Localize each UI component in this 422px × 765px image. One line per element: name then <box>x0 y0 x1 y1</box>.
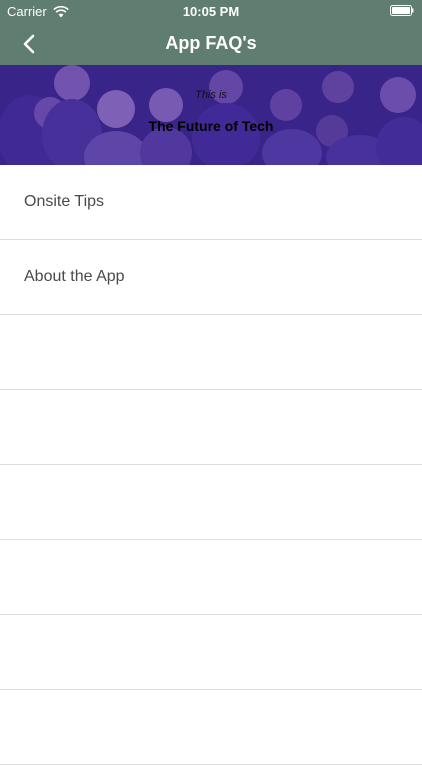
faq-list-item[interactable]: Onsite Tips <box>0 165 422 240</box>
faq-list-item[interactable] <box>0 465 422 540</box>
status-time: 10:05 PM <box>182 4 240 19</box>
header-banner: This is The Future of Tech <box>0 65 422 165</box>
banner-kicker: This is <box>195 89 227 101</box>
banner-headline: The Future of Tech <box>148 118 274 134</box>
faq-list-item[interactable] <box>0 390 422 465</box>
faq-list-item[interactable]: About the App <box>0 240 422 315</box>
faq-item-label: About the App <box>24 268 125 285</box>
faq-list-item[interactable] <box>0 540 422 615</box>
navigation-bar: App FAQ's <box>0 22 422 65</box>
faq-list-item[interactable] <box>0 615 422 690</box>
faq-list-item[interactable] <box>0 690 422 765</box>
faq-item-label: Onsite Tips <box>24 193 105 210</box>
faq-list: Onsite Tips About the App <box>0 165 422 765</box>
page-title: App FAQ's <box>165 33 257 53</box>
faq-list-item[interactable] <box>0 315 422 390</box>
battery-icon <box>390 5 414 16</box>
status-bar: Carrier 10:05 PM <box>0 0 422 22</box>
banner-overlay <box>0 65 422 165</box>
